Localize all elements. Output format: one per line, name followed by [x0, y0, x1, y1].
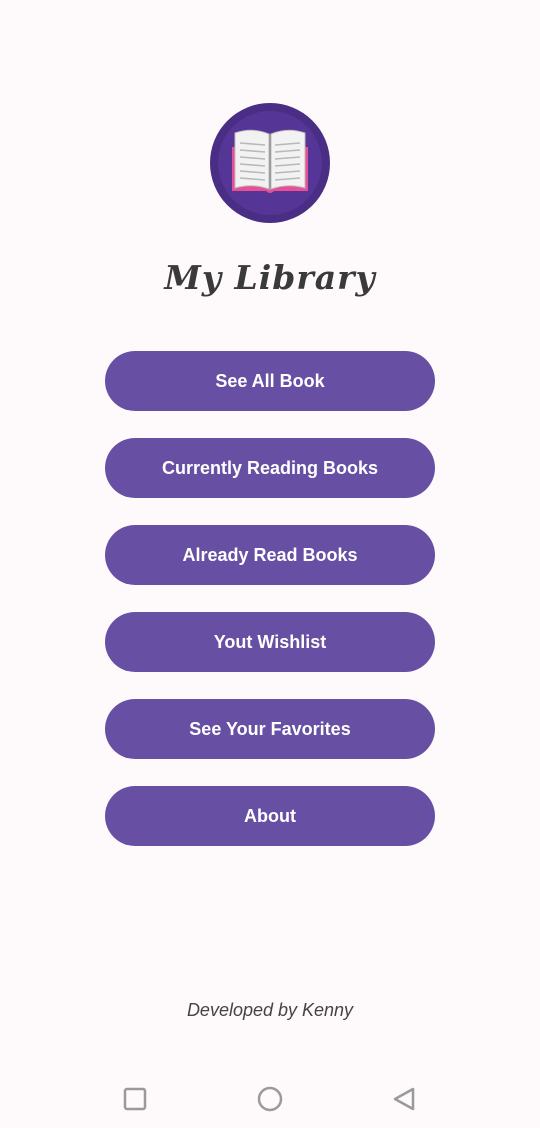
favorites-button[interactable]: See Your Favorites [105, 699, 435, 759]
see-all-books-button[interactable]: See All Book [105, 351, 435, 411]
app-logo [210, 103, 330, 223]
developer-credit: Developed by Kenny [186, 1000, 354, 1020]
main-menu: See All Book Currently Reading Books Alr… [105, 351, 435, 873]
recent-apps-icon[interactable] [121, 1085, 149, 1113]
wishlist-button[interactable]: Yout Wishlist [105, 612, 435, 672]
home-icon[interactable] [256, 1085, 284, 1113]
open-book-icon [210, 103, 330, 223]
back-icon[interactable] [390, 1085, 418, 1113]
system-navigation-bar [0, 1070, 540, 1128]
about-button[interactable]: About [105, 786, 435, 846]
already-read-button[interactable]: Already Read Books [105, 525, 435, 585]
currently-reading-button[interactable]: Currently Reading Books [105, 438, 435, 498]
app-title: My Library [164, 258, 376, 297]
